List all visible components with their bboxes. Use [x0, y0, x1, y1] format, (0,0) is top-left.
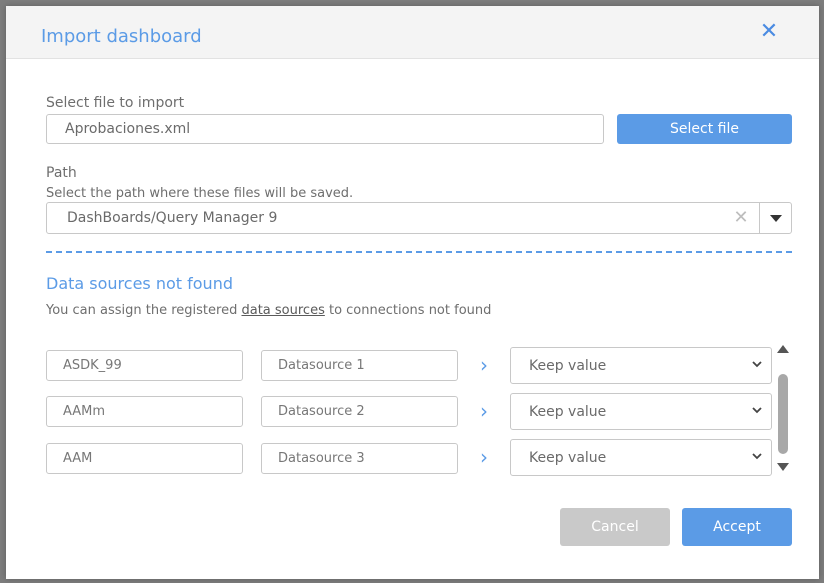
file-name-value: Aprobaciones.xml	[65, 121, 191, 137]
scrollbar-thumb[interactable]	[778, 374, 788, 454]
datasource-field[interactable]: Datasource 1	[261, 350, 458, 381]
hint-text-before: You can assign the registered	[46, 303, 242, 318]
chevron-right-icon: ›	[480, 399, 488, 423]
chevron-right-icon: ›	[480, 353, 488, 377]
connection-field[interactable]: AAMm	[46, 396, 243, 427]
datasources-title: Data sources not found	[46, 274, 233, 293]
chevron-down-icon	[752, 407, 762, 414]
connection-field[interactable]: AAM	[46, 443, 243, 474]
mapping-select-value: Keep value	[529, 357, 607, 374]
path-value: DashBoards/Query Manager 9	[67, 210, 278, 226]
clear-icon[interactable]: ✕	[731, 207, 751, 229]
path-hint: Select the path where these files will b…	[46, 186, 354, 201]
dialog-title: Import dashboard	[41, 26, 202, 47]
datasource-field[interactable]: Datasource 3	[261, 443, 458, 474]
dialog-header: Import dashboard ✕	[6, 6, 819, 59]
chevron-right-icon: ›	[480, 445, 488, 469]
caret-down-icon	[770, 214, 782, 222]
path-label: Path	[46, 165, 77, 181]
section-divider	[46, 251, 792, 253]
chevron-down-icon	[752, 453, 762, 460]
cancel-button[interactable]: Cancel	[560, 508, 670, 546]
connection-field[interactable]: ASDK_99	[46, 350, 243, 381]
datasource-field[interactable]: Datasource 2	[261, 396, 458, 427]
mapping-select-value: Keep value	[529, 403, 607, 420]
mapping-select-value: Keep value	[529, 449, 607, 466]
mapping-select[interactable]: Keep value	[510, 439, 772, 476]
accept-button[interactable]: Accept	[682, 508, 792, 546]
datasources-hint: You can assign the registered data sourc…	[46, 303, 491, 318]
path-dropdown-toggle[interactable]	[759, 203, 792, 233]
data-sources-link[interactable]: data sources	[241, 303, 324, 318]
scroll-up-arrow-icon[interactable]	[777, 345, 789, 353]
hint-text-after: to connections not found	[324, 303, 492, 318]
close-icon[interactable]: ✕	[758, 21, 780, 43]
file-name-input[interactable]: Aprobaciones.xml	[46, 114, 604, 144]
import-dashboard-dialog: Import dashboard ✕ Select file to import…	[6, 6, 819, 579]
file-label: Select file to import	[46, 95, 185, 111]
mapping-select[interactable]: Keep value	[510, 347, 772, 384]
mapping-select[interactable]: Keep value	[510, 393, 772, 430]
path-select[interactable]: DashBoards/Query Manager 9 ✕	[46, 202, 792, 234]
chevron-down-icon	[752, 361, 762, 368]
scroll-down-arrow-icon[interactable]	[777, 463, 789, 471]
select-file-button[interactable]: Select file	[617, 114, 792, 144]
